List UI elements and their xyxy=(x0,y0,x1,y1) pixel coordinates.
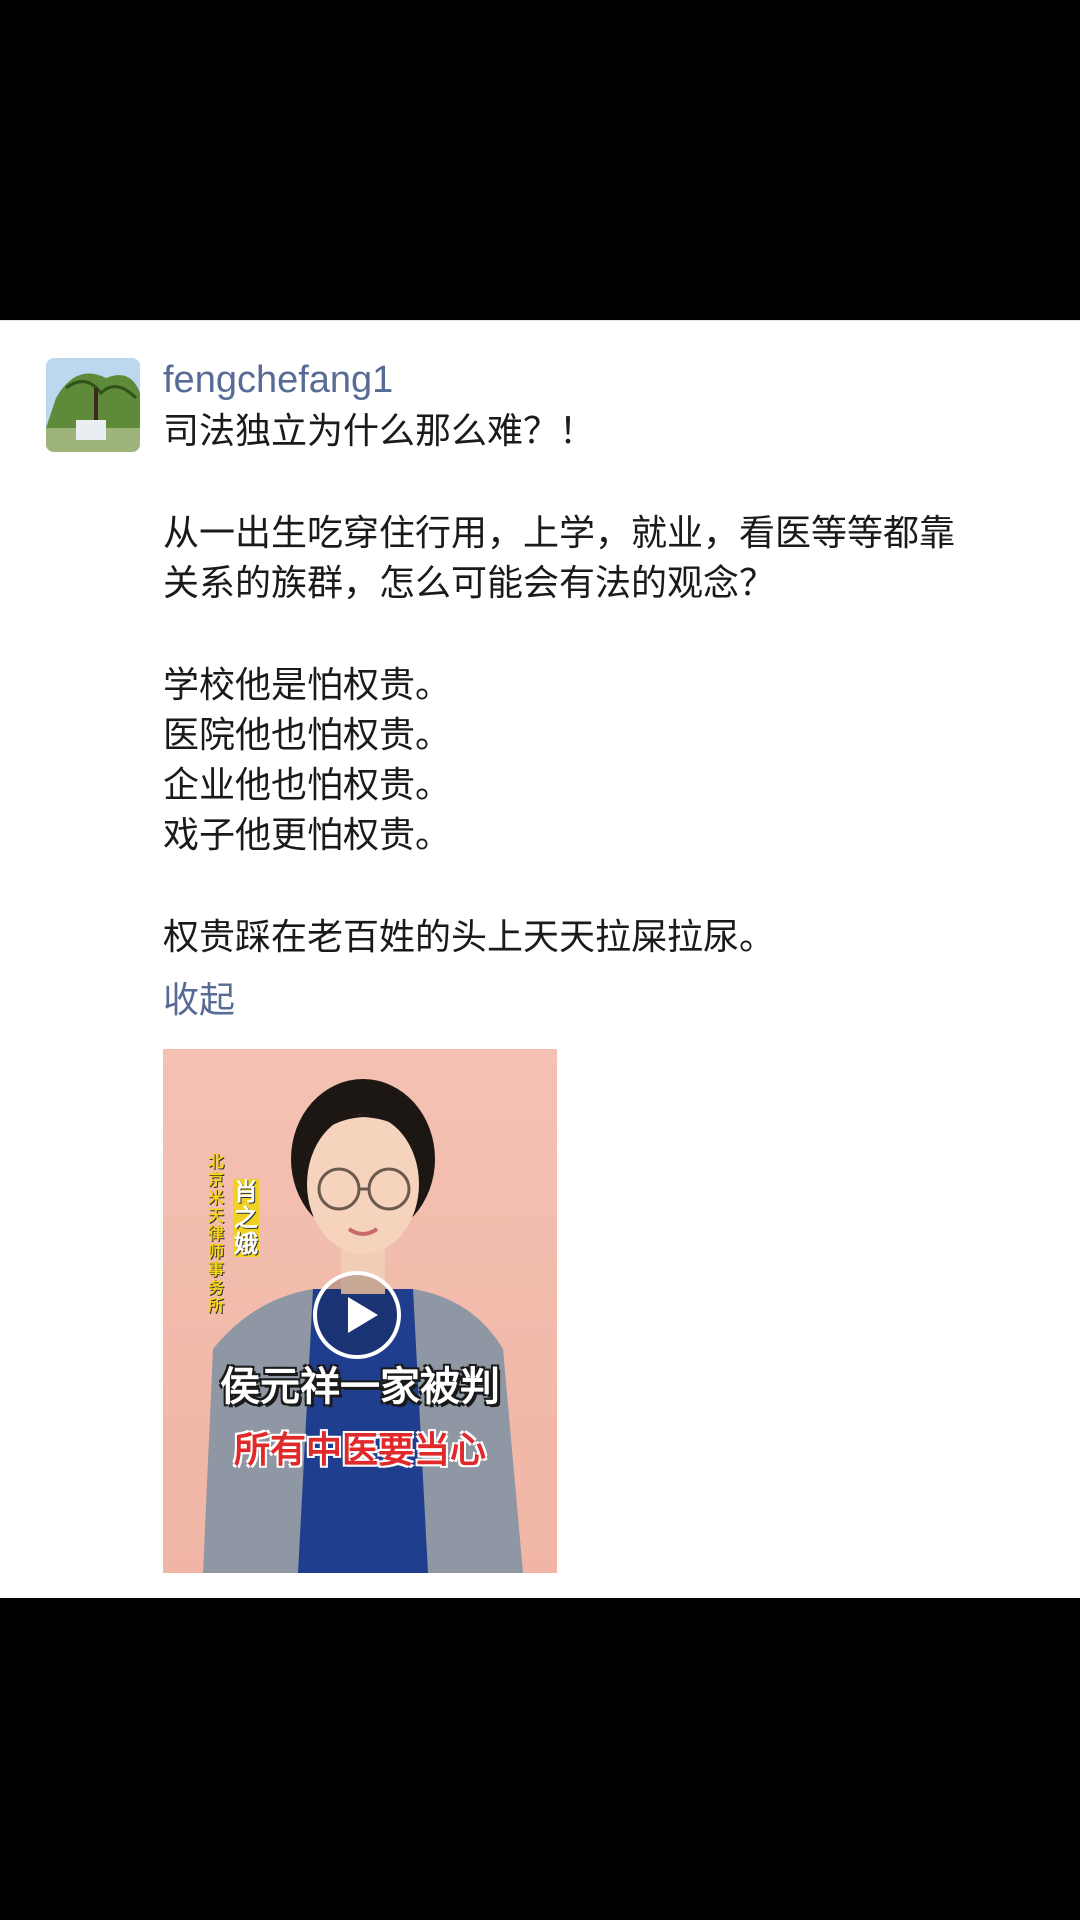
play-icon[interactable] xyxy=(313,1271,401,1359)
post-line: 关系的族群，怎么可能会有法的观念？ xyxy=(163,563,776,604)
moment-card: fengchefang1 司法独立为什么那么难？！ 从一出生吃穿住行用，上学，就… xyxy=(0,320,1080,1599)
law-firm-label: 北京米天律师事务所 xyxy=(207,1152,224,1315)
post-line: 戏子他更怕权贵。 xyxy=(163,815,452,856)
presenter-name-label: 肖之娥 xyxy=(233,1178,259,1258)
video-headline: 侯元祥一家被判 xyxy=(220,1364,500,1410)
video-thumbnail[interactable]: 北京米天律师事务所 肖之娥 侯元祥一家被判 所有中医要当心 xyxy=(163,1049,557,1573)
post-line: 学校他是怕权贵。 xyxy=(163,665,452,706)
post-blank-line xyxy=(163,861,1063,913)
bottom-black-bar xyxy=(0,1598,1080,1920)
post-line: 医院他也怕权贵。 xyxy=(163,715,452,756)
post-blank-line xyxy=(163,609,1063,661)
post-line: 企业他也怕权贵。 xyxy=(163,765,452,806)
post-blank-line xyxy=(163,457,1063,509)
top-black-bar xyxy=(0,0,1080,320)
avatar[interactable] xyxy=(46,358,140,452)
video-subheadline: 所有中医要当心 xyxy=(233,1430,486,1471)
post-line: 权贵踩在老百姓的头上天天拉屎拉尿。 xyxy=(163,917,776,958)
collapse-link[interactable]: 收起 xyxy=(163,979,235,1023)
post-line: 司法独立为什么那么难？！ xyxy=(163,411,596,452)
avatar-tree-image xyxy=(46,358,140,452)
username-link[interactable]: fengchefang1 xyxy=(163,361,393,399)
post-line: 从一出生吃穿住行用，上学，就业，看医等等都靠 xyxy=(163,513,956,554)
post-text: 司法独立为什么那么难？！ 从一出生吃穿住行用，上学，就业，看医等等都靠 关系的族… xyxy=(163,407,1063,963)
